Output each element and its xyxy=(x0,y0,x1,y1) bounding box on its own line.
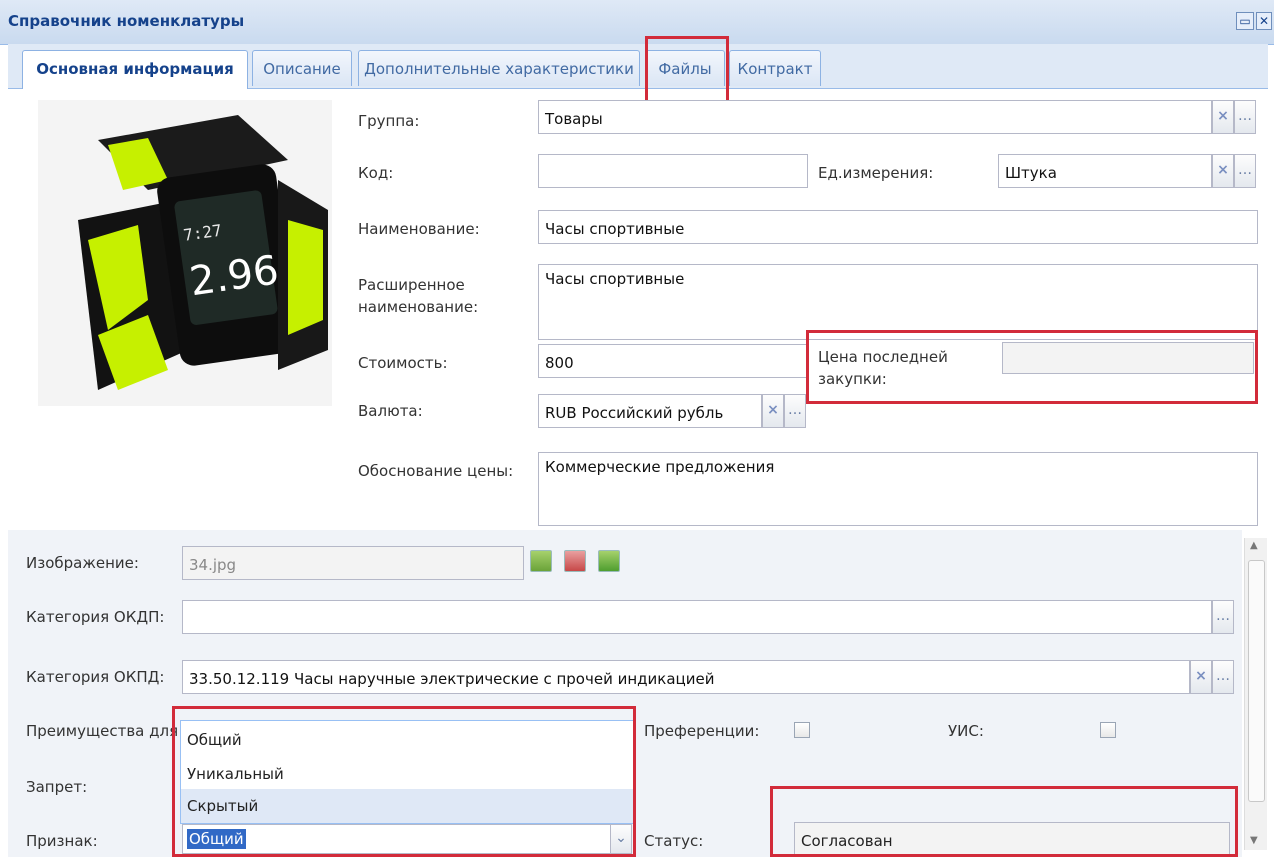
image-add-icon[interactable] xyxy=(598,550,620,572)
code-label: Код: xyxy=(358,164,394,182)
product-image: 7:27 2.96 xyxy=(38,100,332,406)
uis-checkbox[interactable] xyxy=(1100,722,1116,738)
cost-field[interactable]: 800 xyxy=(538,344,808,378)
okpd-picker-button[interactable]: … xyxy=(1212,660,1234,694)
okdp-picker-button[interactable]: … xyxy=(1212,600,1234,634)
okdp-label: Категория ОКДП: xyxy=(26,608,165,626)
status-label: Статус: xyxy=(644,832,704,850)
cost-label: Стоимость: xyxy=(358,354,448,372)
unit-field[interactable]: Штука xyxy=(998,154,1212,188)
tab-description[interactable]: Описание xyxy=(252,50,352,86)
tab-contract[interactable]: Контракт xyxy=(729,50,821,86)
preferences-label: Преференции: xyxy=(644,722,760,740)
price-reason-label: Обоснование цены: xyxy=(358,462,514,480)
price-reason-field[interactable]: Коммерческие предложения xyxy=(538,452,1258,526)
group-field[interactable]: Товары xyxy=(538,100,1212,134)
image-label: Изображение: xyxy=(26,554,139,572)
window-title: Справочник номенклатуры xyxy=(8,12,245,30)
image-delete-icon[interactable] xyxy=(564,550,586,572)
currency-label: Валюта: xyxy=(358,402,423,420)
advantages-label: Преимущества для xyxy=(26,722,179,740)
group-picker-button[interactable]: … xyxy=(1234,100,1256,134)
okpd-label: Категория ОКПД: xyxy=(26,668,165,686)
currency-field[interactable]: RUB Российский рубль xyxy=(538,394,762,428)
clear-okpd-icon[interactable]: × xyxy=(1190,660,1212,694)
restore-icon[interactable]: ▭ xyxy=(1236,12,1254,30)
clear-group-icon[interactable]: × xyxy=(1212,100,1234,134)
scrollbar-thumb[interactable] xyxy=(1248,560,1265,802)
ext-name-label: Расширенное наименование: xyxy=(358,276,479,316)
watch-image: 7:27 2.96 xyxy=(78,115,328,390)
highlight-last-price xyxy=(806,330,1258,404)
code-field[interactable] xyxy=(538,154,808,188)
currency-picker-button[interactable]: … xyxy=(784,394,806,428)
clear-currency-icon[interactable]: × xyxy=(762,394,784,428)
tab-extra-characteristics[interactable]: Дополнительные характеристики xyxy=(358,50,640,86)
image-field: 34.jpg xyxy=(182,546,524,580)
ext-name-field[interactable]: Часы спортивные xyxy=(538,264,1258,340)
scrollbar[interactable]: ▲ ▼ xyxy=(1244,538,1267,850)
sign-label: Признак: xyxy=(26,832,98,850)
uis-label: УИС: xyxy=(948,722,984,740)
preferences-checkbox[interactable] xyxy=(794,722,810,738)
unit-picker-button[interactable]: … xyxy=(1234,154,1256,188)
image-upload-icon[interactable] xyxy=(530,550,552,572)
close-icon[interactable]: ✕ xyxy=(1256,12,1272,30)
group-label: Группа: xyxy=(358,112,420,130)
name-field[interactable]: Часы спортивные xyxy=(538,210,1258,244)
highlight-status xyxy=(770,786,1238,857)
tab-main-info[interactable]: Основная информация xyxy=(22,50,248,89)
clear-unit-icon[interactable]: × xyxy=(1212,154,1234,188)
scroll-down-icon[interactable]: ▼ xyxy=(1250,835,1258,846)
name-label: Наименование: xyxy=(358,220,480,238)
unit-label: Ед.измерения: xyxy=(818,164,934,182)
highlight-sign-dropdown xyxy=(172,706,636,857)
scroll-up-icon[interactable]: ▲ xyxy=(1250,540,1258,551)
okdp-field[interactable] xyxy=(182,600,1212,634)
okpd-field[interactable]: 33.50.12.119 Часы наручные электрические… xyxy=(182,660,1190,694)
ban-label: Запрет: xyxy=(26,778,88,796)
